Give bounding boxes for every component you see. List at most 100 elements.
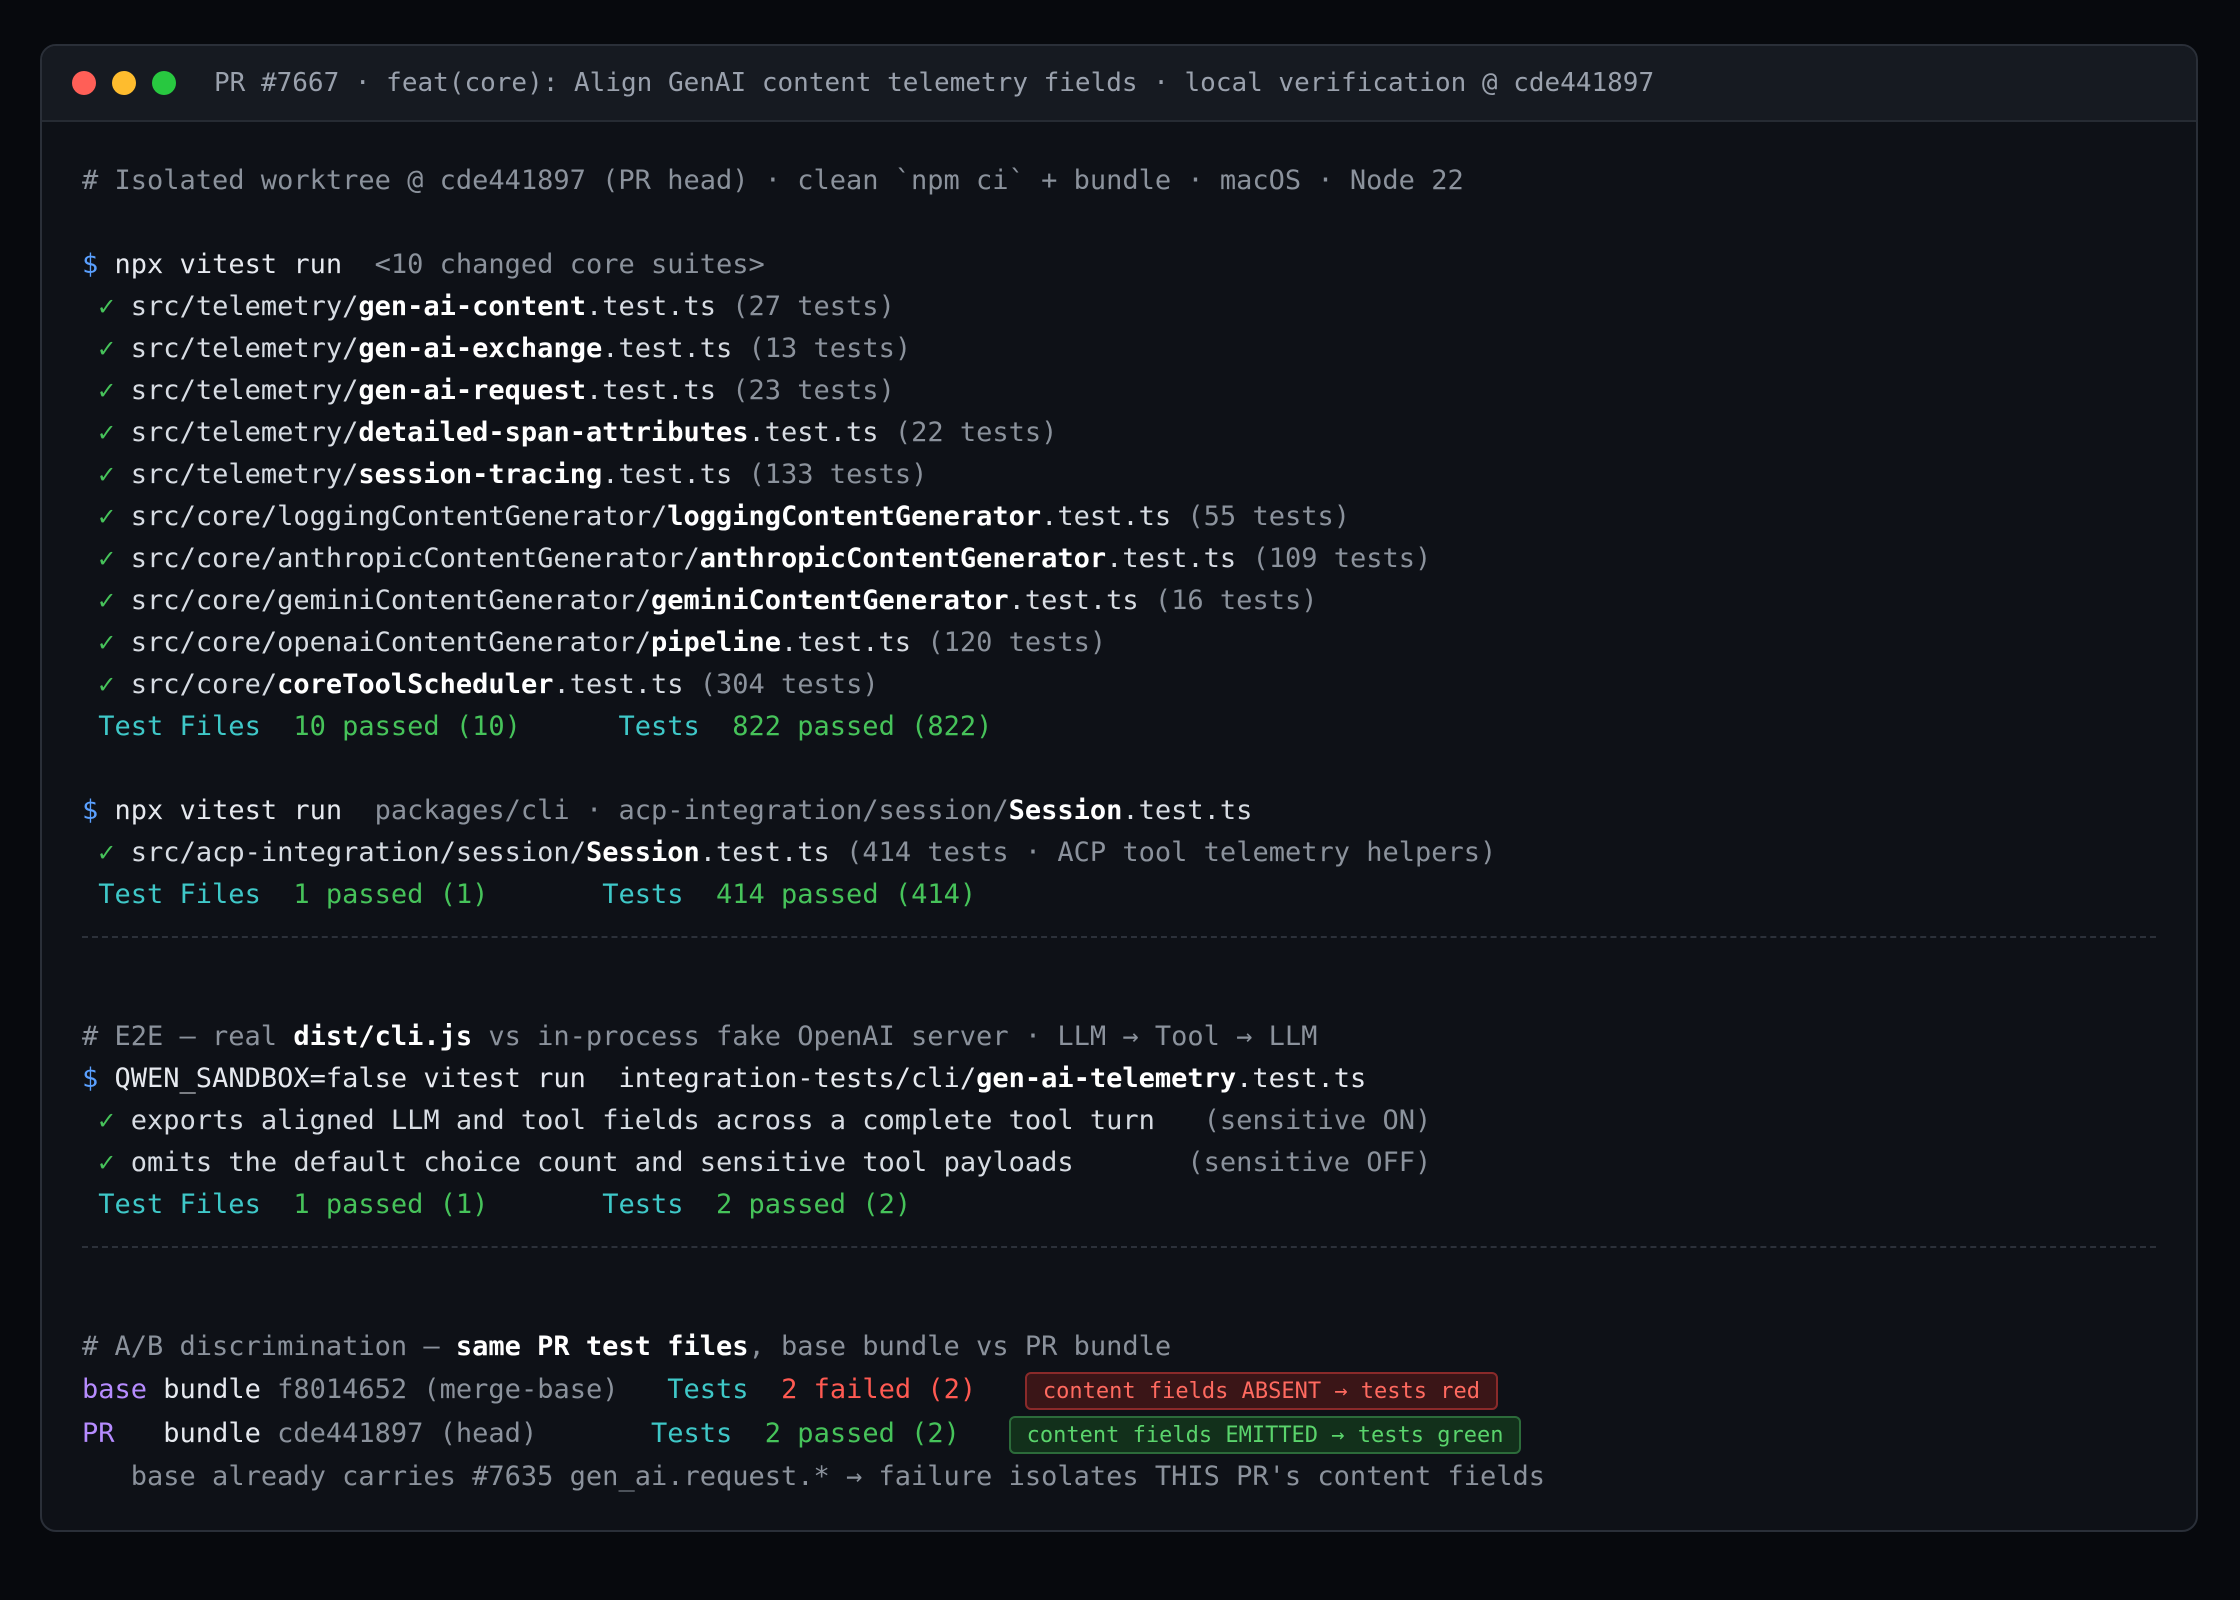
e2e-result-row: ✓ exports aligned LLM and tool fields ac…: [82, 1100, 2156, 1142]
test-files-value: 1 passed (1): [293, 879, 489, 910]
result-file: gen-ai-request: [358, 375, 586, 406]
command-args: integration-tests/cli/: [618, 1063, 977, 1094]
check-icon: ✓: [98, 501, 115, 532]
result-file: coreToolScheduler: [277, 669, 554, 700]
test-files-label: Test Files: [98, 1189, 261, 1220]
absent-badge: content fields ABSENT → tests red: [1024, 1371, 1499, 1410]
result-file: gen-ai-content: [358, 291, 586, 322]
result-dir: src/core/geminiContentGenerator/: [130, 585, 651, 616]
command-args-ext: .test.ts: [1122, 795, 1253, 826]
bundle-ref: cde441897 (head): [277, 1418, 538, 1449]
command-args-ext: .test.ts: [1236, 1063, 1367, 1094]
result-file: anthropicContentGenerator: [699, 543, 1107, 574]
window-title: PR #7667 · feat(core): Align GenAI conte…: [214, 68, 1655, 98]
test-files-value: 10 passed (10): [293, 711, 521, 742]
result-ext: .test.ts: [553, 669, 684, 700]
result-file: session-tracing: [358, 459, 603, 490]
result-dir: src/telemetry/: [130, 375, 359, 406]
bundle-word: bundle: [163, 1374, 261, 1405]
ab-note-text: base already carries #7635 gen_ai.reques…: [130, 1461, 1545, 1492]
minimize-window-button[interactable]: [112, 71, 136, 95]
bundle-word: bundle: [163, 1418, 261, 1449]
result-count: (16 tests): [1154, 585, 1318, 616]
tests-value: 2 passed (2): [716, 1189, 912, 1220]
run1-summary: Test Files 10 passed (10) Tests 822 pass…: [82, 706, 2156, 748]
terminal-window: PR #7667 · feat(core): Align GenAI conte…: [40, 44, 2198, 1532]
result-count: (120 tests): [927, 627, 1107, 658]
test-result-row: ✓ src/core/geminiContentGenerator/gemini…: [82, 580, 2156, 622]
result-count: (13 tests): [748, 333, 912, 364]
result-count: (304 tests): [699, 669, 879, 700]
comment-bold: dist/cli.js: [293, 1021, 473, 1052]
test-files-label: Test Files: [98, 711, 261, 742]
test-files-label: Test Files: [98, 879, 261, 910]
result-count: (133 tests): [748, 459, 928, 490]
run1-command-line: $ npx vitest run <10 changed core suites…: [82, 244, 2156, 286]
tests-label: Tests: [602, 879, 684, 910]
title-bar: PR #7667 · feat(core): Align GenAI conte…: [42, 46, 2196, 122]
check-icon: ✓: [98, 669, 115, 700]
result-dir: src/telemetry/: [130, 291, 359, 322]
comment-text: # A/B discrimination —: [82, 1331, 456, 1362]
ab-note: base already carries #7635 gen_ai.reques…: [82, 1456, 2156, 1498]
run2-command-line: $ npx vitest run packages/cli · acp-inte…: [82, 790, 2156, 832]
test-files-value: 1 passed (1): [293, 1189, 489, 1220]
check-icon: ✓: [98, 837, 115, 868]
bundle-ref: f8014652 (merge-base): [277, 1374, 619, 1405]
result-file: loggingContentGenerator: [667, 501, 1042, 532]
tests-value: 2 failed (2): [781, 1374, 977, 1405]
result-count: (109 tests): [1252, 543, 1432, 574]
result-file: geminiContentGenerator: [650, 585, 1009, 616]
tests-value: 2 passed (2): [764, 1418, 960, 1449]
comment-text: # E2E — real: [82, 1021, 294, 1052]
ab-label: PR: [82, 1418, 115, 1449]
maximize-window-button[interactable]: [152, 71, 176, 95]
run2-summary: Test Files 1 passed (1) Tests 414 passed…: [82, 874, 2156, 916]
result-ext: .test.ts: [585, 291, 716, 322]
result-ext: .test.ts: [781, 627, 912, 658]
command-args-file: Session: [1008, 795, 1123, 826]
result-count: (23 tests): [732, 375, 895, 406]
test-result-row: ✓ src/acp-integration/session/Session.te…: [82, 832, 2156, 874]
command-args: packages/cli · acp-integration/session/: [374, 795, 1009, 826]
test-result-row: ✓ src/core/anthropicContentGenerator/ant…: [82, 538, 2156, 580]
e2e-comment: # E2E — real dist/cli.js vs in-process f…: [82, 1016, 2156, 1058]
emitted-badge: content fields EMITTED → tests green: [1008, 1415, 1522, 1454]
command-args-file: gen-ai-telemetry: [976, 1063, 1237, 1094]
ab-base-row: base bundle f8014652 (merge-base) Tests …: [82, 1368, 2156, 1412]
e2e-result-note: (sensitive ON): [1203, 1105, 1432, 1136]
test-result-row: ✓ src/core/coreToolScheduler.test.ts (30…: [82, 664, 2156, 706]
check-icon: ✓: [98, 627, 115, 658]
result-count: (22 tests): [894, 417, 1058, 448]
e2e-result-text: omits the default choice count and sensi…: [130, 1147, 1074, 1178]
terminal-output[interactable]: # Isolated worktree @ cde441897 (PR head…: [82, 160, 2156, 1498]
e2e-result-text: exports aligned LLM and tool fields acro…: [130, 1105, 1155, 1136]
test-result-row: ✓ src/telemetry/gen-ai-content.test.ts (…: [82, 286, 2156, 328]
check-icon: ✓: [98, 333, 115, 364]
result-ext: .test.ts: [602, 333, 733, 364]
check-icon: ✓: [98, 375, 115, 406]
result-file: gen-ai-exchange: [358, 333, 603, 364]
result-dir: src/core/: [130, 669, 278, 700]
tests-label: Tests: [667, 1374, 749, 1405]
check-icon: ✓: [98, 1105, 115, 1136]
prompt: $: [82, 249, 99, 280]
result-dir: src/acp-integration/session/: [130, 837, 586, 868]
result-dir: src/telemetry/: [130, 459, 359, 490]
command: npx vitest run: [114, 795, 343, 826]
result-ext: .test.ts: [1106, 543, 1237, 574]
result-file: Session: [585, 837, 700, 868]
prompt: $: [82, 1063, 99, 1094]
close-window-button[interactable]: [72, 71, 96, 95]
result-ext: .test.ts: [602, 459, 733, 490]
comment-bold: same PR test files: [455, 1331, 749, 1362]
test-result-row: ✓ src/core/loggingContentGenerator/loggi…: [82, 496, 2156, 538]
result-file: detailed-span-attributes: [358, 417, 749, 448]
result-dir: src/core/loggingContentGenerator/: [130, 501, 668, 532]
ab-label: base: [82, 1374, 148, 1405]
check-icon: ✓: [98, 291, 115, 322]
tests-label: Tests: [602, 1189, 684, 1220]
prompt: $: [82, 795, 99, 826]
run1-results: ✓ src/telemetry/gen-ai-content.test.ts (…: [82, 286, 2156, 706]
result-dir: src/core/openaiContentGenerator/: [130, 627, 651, 658]
